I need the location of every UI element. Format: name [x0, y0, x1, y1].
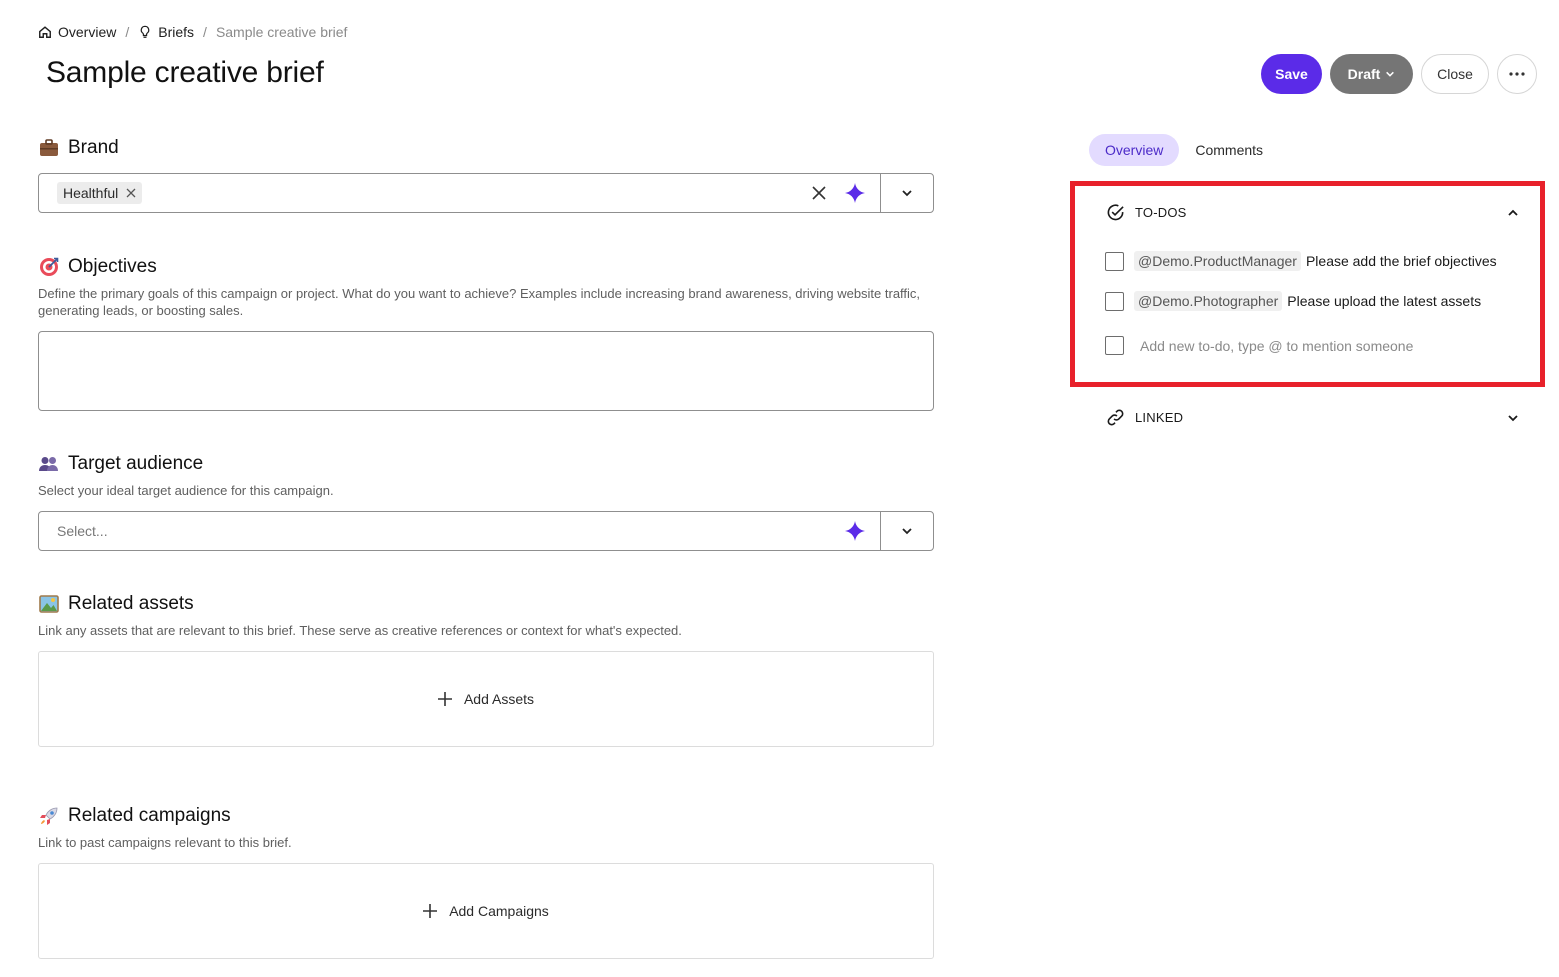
target-audience-select[interactable]: Select...: [38, 511, 934, 551]
breadcrumb: Overview / Briefs / Sample creative brie…: [38, 22, 347, 42]
related-campaigns-header: Related campaigns: [38, 804, 934, 828]
draft-status-button[interactable]: Draft: [1330, 54, 1413, 94]
related-campaigns-description: Link to past campaigns relevant to this …: [38, 835, 292, 850]
chevron-down-icon: [902, 528, 912, 535]
breadcrumb-briefs-label: Briefs: [158, 24, 195, 40]
link-icon: [1107, 409, 1124, 426]
todos-header[interactable]: TO-DOS: [1106, 203, 1187, 222]
rocket-icon: [38, 806, 59, 827]
chevron-down-icon: [1386, 71, 1395, 77]
brand-dropdown-toggle[interactable]: [880, 174, 933, 212]
target-audience-dropdown-toggle[interactable]: [880, 512, 933, 550]
linked-header[interactable]: LINKED: [1106, 408, 1183, 427]
more-horizontal-icon: [1509, 72, 1525, 76]
chevron-up-icon[interactable]: [1507, 207, 1519, 219]
remove-tag-icon[interactable]: [126, 188, 136, 198]
target-audience-header: Target audience: [38, 452, 934, 476]
todo-checkbox[interactable]: [1105, 291, 1124, 311]
clear-selection-icon[interactable]: [811, 185, 827, 201]
todo-item: @Demo.ProductManager Please add the brie…: [1105, 251, 1497, 271]
people-icon: [38, 454, 59, 475]
todos-title: TO-DOS: [1135, 205, 1187, 220]
todo-item: @Demo.Photographer Please upload the lat…: [1105, 291, 1481, 311]
add-assets-label: Add Assets: [463, 691, 535, 707]
tab-comments[interactable]: Comments: [1179, 134, 1279, 166]
chevron-down-icon: [902, 190, 912, 197]
brand-section: Brand Healthful: [38, 136, 934, 213]
lightbulb-icon: [140, 25, 150, 38]
related-assets-title: Related assets: [68, 593, 194, 614]
chevron-down-icon[interactable]: [1507, 412, 1519, 424]
target-audience-value-area[interactable]: Select...: [39, 512, 844, 550]
todo-text: Please upload the latest assets: [1287, 293, 1482, 309]
linked-title: LINKED: [1135, 410, 1184, 425]
breadcrumb-separator: /: [203, 24, 207, 40]
add-campaigns-label: Add Campaigns: [449, 903, 549, 919]
add-assets-button[interactable]: Add Assets: [38, 651, 934, 747]
ai-sparkle-icon[interactable]: [844, 520, 866, 542]
todo-mention[interactable]: @Demo.Photographer: [1134, 291, 1283, 311]
todo-text: Please add the brief objectives: [1305, 253, 1497, 269]
header-actions: Save Draft Close: [1261, 54, 1537, 94]
page-title: Sample creative brief: [46, 56, 324, 89]
brand-title: Brand: [68, 137, 119, 158]
target-audience-placeholder: Select...: [57, 523, 108, 539]
brand-select-value-area[interactable]: Healthful: [39, 174, 811, 212]
related-assets-header: Related assets: [38, 592, 934, 616]
todo-checkbox[interactable]: [1105, 251, 1124, 271]
todo-mention[interactable]: @Demo.ProductManager: [1134, 251, 1301, 271]
related-campaigns-title: Related campaigns: [68, 805, 231, 826]
plus-icon: [423, 904, 438, 918]
objectives-textarea[interactable]: [38, 331, 934, 411]
close-button[interactable]: Close: [1421, 54, 1489, 94]
add-campaigns-button[interactable]: Add Campaigns: [38, 863, 934, 959]
related-assets-section: Related assets Link any assets that are …: [38, 592, 934, 747]
briefcase-icon: [38, 138, 59, 159]
ai-sparkle-icon[interactable]: [844, 182, 866, 204]
tab-overview[interactable]: Overview: [1089, 134, 1180, 166]
breadcrumb-briefs[interactable]: Briefs: [138, 24, 194, 40]
home-icon: [39, 26, 51, 38]
draft-label: Draft: [1347, 66, 1381, 82]
plus-icon: [437, 692, 452, 706]
picture-icon: [38, 594, 59, 615]
breadcrumb-current: Sample creative brief: [215, 24, 348, 40]
target-audience-description: Select your ideal target audience for th…: [38, 483, 334, 498]
objectives-description: Define the primary goals of this campaig…: [38, 286, 921, 318]
related-assets-description: Link any assets that are relevant to thi…: [38, 623, 682, 638]
new-todo-input[interactable]: [1140, 337, 1470, 354]
check-circle-icon: [1107, 204, 1124, 221]
brand-tag: Healthful: [57, 182, 143, 204]
brand-header: Brand: [38, 136, 934, 160]
objectives-title: Objectives: [68, 256, 157, 277]
target-audience-title: Target audience: [68, 453, 204, 474]
objectives-section: Objectives Define the primary goals of t…: [38, 255, 934, 411]
target-icon: [38, 257, 59, 278]
new-todo-row: [1105, 336, 1470, 355]
breadcrumb-separator: /: [125, 24, 130, 40]
brand-tag-label: Healthful: [63, 185, 119, 201]
side-panel-tabs: Overview Comments: [1089, 134, 1279, 166]
new-todo-checkbox[interactable]: [1105, 336, 1124, 355]
save-button[interactable]: Save: [1261, 54, 1322, 94]
related-campaigns-section: Related campaigns Link to past campaigns…: [38, 804, 934, 959]
breadcrumb-overview[interactable]: Overview: [38, 24, 116, 40]
breadcrumb-overview-label: Overview: [58, 24, 117, 40]
objectives-header: Objectives: [38, 255, 934, 279]
more-options-button[interactable]: [1497, 54, 1537, 94]
brand-select[interactable]: Healthful: [38, 173, 934, 213]
target-audience-section: Target audience Select your ideal target…: [38, 452, 934, 551]
